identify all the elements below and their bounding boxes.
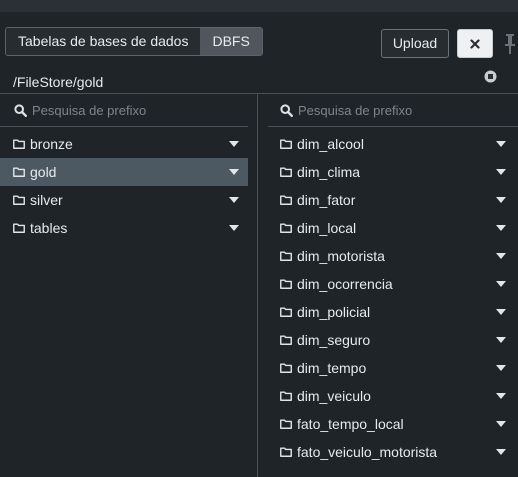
folder-label: gold — [30, 164, 57, 180]
search-icon — [280, 103, 293, 117]
caret-down-icon[interactable] — [496, 197, 506, 203]
folder-item[interactable]: fato_veiculo_motorista — [268, 438, 518, 466]
folder-icon — [280, 251, 292, 261]
close-button[interactable] — [457, 29, 493, 58]
caret-down-icon[interactable] — [496, 141, 506, 147]
source-toggle: Tabelas de bases de dados DBFS — [5, 27, 263, 56]
folder-icon — [13, 139, 25, 149]
right-folder-list: dim_alcool dim_clima dim_fator dim_localdim… — [268, 126, 518, 466]
folder-icon — [13, 223, 25, 233]
folder-label: dim_alcool — [297, 136, 364, 152]
current-path: /FileStore/gold — [13, 74, 104, 90]
caret-down-icon[interactable] — [496, 337, 506, 343]
caret-down-icon[interactable] — [496, 365, 506, 371]
folder-item[interactable]: bronze — [0, 130, 248, 158]
folder-item[interactable]: dim_alcool — [268, 130, 518, 158]
folder-item[interactable]: silver — [0, 186, 248, 214]
pin-icon[interactable] — [503, 33, 517, 55]
folder-label: fato_veiculo_motorista — [297, 444, 438, 460]
caret-down-icon[interactable] — [496, 253, 506, 259]
folder-icon — [280, 167, 292, 177]
folder-icon — [280, 447, 292, 457]
folder-item[interactable]: tables — [0, 214, 248, 242]
caret-down-icon[interactable] — [496, 281, 506, 287]
left-search-input[interactable]: Pesquisa de prefixo — [0, 94, 257, 126]
folder-icon — [13, 195, 25, 205]
caret-down-icon[interactable] — [496, 225, 506, 231]
folder-item[interactable]: dim_veiculo — [268, 382, 518, 410]
folder-label: fato_tempo_local — [297, 416, 404, 432]
caret-down-icon[interactable] — [496, 421, 506, 427]
folder-label: tables — [30, 220, 68, 236]
folder-label: dim_local — [297, 220, 357, 236]
folder-label: dim_clima — [297, 164, 361, 180]
close-icon — [470, 38, 480, 49]
folder-icon — [280, 363, 292, 373]
top-bar — [0, 0, 518, 12]
folder-label: dim_policial — [297, 304, 371, 320]
folder-label: silver — [30, 192, 63, 208]
right-column: Pesquisa de prefixo dim_alcool dim_clima d… — [258, 94, 518, 466]
folder-icon — [280, 419, 292, 429]
search-placeholder: Pesquisa de prefixo — [298, 102, 413, 118]
caret-down-icon[interactable] — [229, 169, 239, 175]
caret-down-icon[interactable] — [229, 225, 239, 231]
folder-item[interactable]: dim_ocorrencia — [268, 270, 518, 298]
folder-item[interactable]: fato_tempo_local — [268, 410, 518, 438]
folder-label: dim_fator — [297, 192, 356, 208]
caret-down-icon[interactable] — [229, 197, 239, 203]
folder-icon — [280, 139, 292, 149]
folder-icon — [280, 279, 292, 289]
folder-icon — [280, 335, 292, 345]
caret-down-icon[interactable] — [496, 309, 506, 315]
folder-label: dim_veiculo — [297, 388, 371, 404]
folder-icon — [280, 223, 292, 233]
search-placeholder: Pesquisa de prefixo — [32, 102, 147, 118]
folder-label: bronze — [30, 136, 73, 152]
folder-item[interactable]: gold — [0, 158, 248, 186]
folder-item[interactable]: dim_clima — [268, 158, 518, 186]
folder-icon — [13, 167, 25, 177]
folder-icon — [280, 391, 292, 401]
tab-database-tables[interactable]: Tabelas de bases de dados — [6, 28, 201, 55]
info-icon[interactable] — [484, 70, 497, 83]
folder-item[interactable]: dim_motorista — [268, 242, 518, 270]
folder-label: dim_seguro — [297, 332, 371, 348]
folder-label: dim_tempo — [297, 360, 367, 376]
folder-icon — [280, 195, 292, 205]
caret-down-icon[interactable] — [496, 393, 506, 399]
upload-button[interactable]: Upload — [381, 29, 449, 58]
right-search-input[interactable]: Pesquisa de prefixo — [258, 94, 518, 126]
folder-item[interactable]: dim_policial — [268, 298, 518, 326]
caret-down-icon[interactable] — [496, 169, 506, 175]
folder-item[interactable]: dim_local — [268, 214, 518, 242]
tab-dbfs[interactable]: DBFS — [200, 28, 262, 55]
left-folder-list: bronze gold silver tables — [0, 126, 248, 242]
caret-down-icon[interactable] — [229, 141, 239, 147]
folder-label: dim_ocorrencia — [297, 276, 393, 292]
folder-label: dim_motorista — [297, 248, 385, 264]
search-icon — [14, 103, 27, 117]
folder-item[interactable]: dim_seguro — [268, 326, 518, 354]
caret-down-icon[interactable] — [496, 449, 506, 455]
left-column: Pesquisa de prefixo bronze gold silver tabl… — [0, 94, 257, 242]
folder-item[interactable]: dim_tempo — [268, 354, 518, 382]
folder-item[interactable]: dim_fator — [268, 186, 518, 214]
folder-icon — [280, 307, 292, 317]
